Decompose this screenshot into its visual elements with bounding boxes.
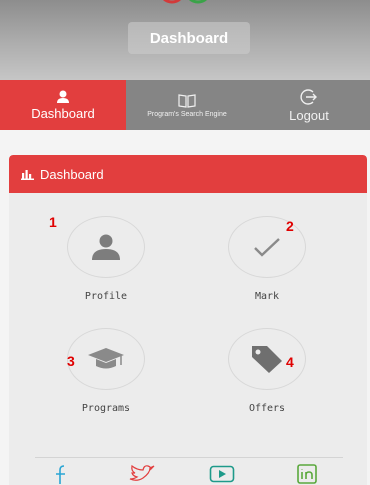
twitter-link[interactable] (127, 463, 157, 485)
logo-icon (162, 0, 208, 4)
tile-number-offers: 4 (286, 354, 294, 370)
dashboard-card: Dashboard Profile 1 Mark 2 Programs 3 Of… (9, 155, 367, 485)
graduation-cap-icon (88, 348, 124, 369)
tile-label-programs: Programs (81, 403, 131, 414)
offers-circle (228, 328, 306, 390)
nav-label-program-search: Program's Search Engine (147, 110, 227, 118)
tile-number-profile: 1 (49, 214, 57, 230)
tile-profile[interactable]: Profile (41, 216, 171, 302)
user-icon (92, 234, 120, 260)
user-icon (57, 90, 69, 103)
footer-divider (35, 457, 343, 458)
tile-number-programs: 3 (67, 353, 75, 369)
youtube-link[interactable] (208, 463, 236, 485)
youtube-icon (209, 465, 235, 483)
nav-item-dashboard[interactable]: Dashboard (0, 80, 126, 130)
tile-number-mark: 2 (286, 218, 294, 234)
check-icon (254, 238, 280, 257)
tag-icon (252, 346, 282, 373)
facebook-icon (56, 465, 65, 484)
nav-item-program-search[interactable]: Program's Search Engine (126, 80, 248, 130)
tile-mark[interactable]: Mark (202, 216, 332, 302)
linkedin-link[interactable] (296, 463, 318, 485)
tile-label-mark: Mark (254, 291, 280, 302)
nav-item-logout[interactable]: Logout (248, 80, 370, 130)
profile-circle (67, 216, 145, 278)
twitter-icon (129, 464, 155, 481)
tile-label-profile: Profile (84, 291, 128, 302)
programs-circle (67, 328, 145, 390)
top-nav: Dashboard Program's Search Engine Logout (0, 80, 370, 130)
app-header: Dashboard (0, 0, 370, 80)
facebook-link[interactable] (50, 463, 72, 485)
logout-icon (300, 88, 317, 105)
nav-label-dashboard: Dashboard (31, 105, 95, 121)
page-title: Dashboard (128, 22, 250, 54)
tile-offers[interactable]: Offers (202, 328, 332, 414)
bar-chart-icon (21, 169, 34, 180)
nav-label-logout: Logout (289, 107, 329, 123)
card-header: Dashboard (9, 155, 367, 193)
mark-circle (228, 216, 306, 278)
book-icon (178, 93, 196, 108)
card-title: Dashboard (40, 166, 104, 182)
tile-label-offers: Offers (248, 403, 286, 414)
linkedin-icon (297, 464, 317, 484)
tile-programs[interactable]: Programs (41, 328, 171, 414)
